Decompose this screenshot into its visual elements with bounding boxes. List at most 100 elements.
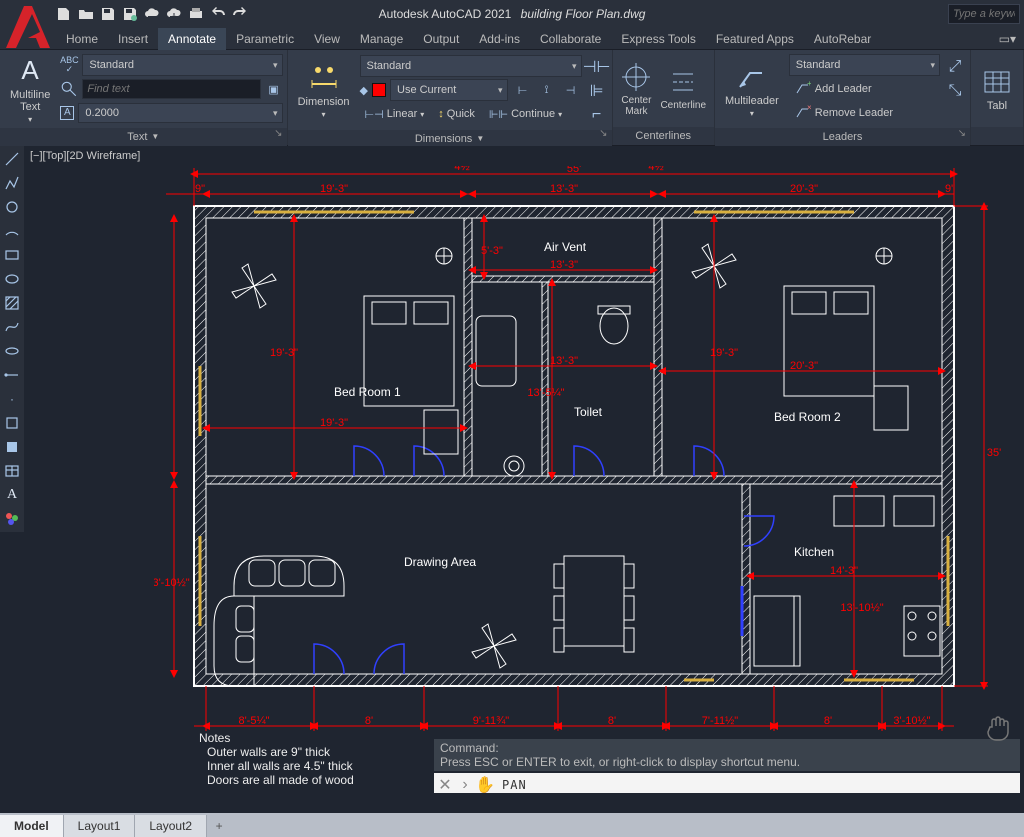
centerline-label: Centerline bbox=[660, 100, 706, 111]
app-name: Autodesk AutoCAD 2021 bbox=[379, 7, 512, 21]
table-tool-icon[interactable] bbox=[3, 462, 21, 480]
text-tool-icon[interactable]: A bbox=[3, 486, 21, 504]
tab-expresstools[interactable]: Express Tools bbox=[611, 28, 705, 50]
panel-leaders-title[interactable]: Leaders↘ bbox=[715, 128, 970, 146]
add-leader-button[interactable]: +Add Leader bbox=[789, 78, 940, 100]
dim-tool1-icon[interactable]: ⊢ bbox=[512, 79, 534, 101]
dim-layer-combo[interactable]: Use Current bbox=[390, 79, 508, 101]
table-label: Tabl bbox=[987, 100, 1007, 112]
command-line[interactable]: ✕ › ✋ PAN bbox=[434, 773, 1020, 793]
spellcheck-icon[interactable]: ABC✓ bbox=[60, 56, 78, 74]
table-button[interactable]: Tabl bbox=[975, 54, 1019, 123]
pan-cursor-icon bbox=[982, 713, 1014, 745]
spline-tool-icon[interactable] bbox=[3, 318, 21, 336]
help-search-input[interactable] bbox=[948, 4, 1020, 24]
tab-parametric[interactable]: Parametric bbox=[226, 28, 304, 50]
hatch-tool-icon[interactable] bbox=[3, 294, 21, 312]
text-style-combo[interactable]: Standard bbox=[82, 54, 282, 76]
tab-manage[interactable]: Manage bbox=[350, 28, 413, 50]
dimension-button[interactable]: Dimension ▾ bbox=[292, 54, 356, 126]
layer-color-swatch[interactable] bbox=[372, 83, 386, 97]
svg-text:20'-3": 20'-3" bbox=[790, 360, 818, 372]
ray-tool-icon[interactable] bbox=[3, 366, 21, 384]
multiline-text-button[interactable]: A Multiline Text ▾ bbox=[4, 54, 56, 124]
drawing-canvas[interactable]: [−][Top][2D Wireframe] bbox=[24, 146, 1024, 793]
tab-annotate[interactable]: Annotate bbox=[158, 28, 226, 50]
remove-leader-button[interactable]: ×Remove Leader bbox=[789, 102, 940, 124]
leader-collect-icon[interactable]: ⤡ bbox=[944, 80, 966, 102]
centerline-button[interactable]: Centerline bbox=[658, 54, 708, 123]
quick-button[interactable]: ↕Quick bbox=[433, 108, 480, 120]
svg-text:3'-10½": 3'-10½" bbox=[893, 715, 930, 727]
open-icon[interactable] bbox=[78, 6, 94, 22]
layer-icon[interactable]: ◆ bbox=[360, 84, 368, 97]
panel-text-title[interactable]: Text▼↘ bbox=[0, 128, 287, 146]
tab-collaborate[interactable]: Collaborate bbox=[530, 28, 611, 50]
dim-jog-icon[interactable]: ⌐ bbox=[586, 104, 608, 126]
panel-center-title: Centerlines bbox=[613, 127, 714, 145]
tab-view[interactable]: View bbox=[304, 28, 350, 50]
tab-model[interactable]: Model bbox=[0, 815, 64, 837]
save-icon[interactable] bbox=[100, 6, 116, 22]
help-search[interactable] bbox=[948, 4, 1020, 24]
dim-tool3-icon[interactable]: ⊣ bbox=[560, 79, 582, 101]
tab-layout1[interactable]: Layout1 bbox=[64, 815, 136, 837]
dim-break-icon[interactable]: ⊣⊢ bbox=[586, 56, 608, 78]
dim-style-combo[interactable]: Standard bbox=[360, 55, 582, 77]
cloud-open-icon[interactable] bbox=[144, 6, 160, 22]
line-tool-icon[interactable] bbox=[3, 150, 21, 168]
dim-space-icon[interactable]: ⊫ bbox=[586, 80, 608, 102]
find-icon[interactable] bbox=[60, 80, 78, 98]
tab-home[interactable]: Home bbox=[56, 28, 108, 50]
panel-dimensions: Dimension ▾ Standard ◆ Use Current ⊢ ⟟ ⊣… bbox=[288, 50, 613, 145]
app-logo[interactable] bbox=[2, 2, 54, 54]
cloud-save-icon[interactable] bbox=[166, 6, 182, 22]
continue-button[interactable]: ⊩⊩Continue▾ bbox=[484, 108, 567, 121]
region-tool-icon[interactable] bbox=[3, 438, 21, 456]
plot-icon[interactable] bbox=[188, 6, 204, 22]
redo-icon[interactable] bbox=[232, 6, 248, 22]
svg-text:Air Vent: Air Vent bbox=[544, 240, 587, 254]
tab-featuredapps[interactable]: Featured Apps bbox=[706, 28, 804, 50]
undo-icon[interactable] bbox=[210, 6, 226, 22]
find-text-input[interactable] bbox=[82, 79, 260, 99]
cmd-chevron-icon[interactable]: › bbox=[456, 776, 474, 793]
arc-tool-icon[interactable] bbox=[3, 222, 21, 240]
svg-text:35': 35' bbox=[987, 447, 1001, 459]
tab-output[interactable]: Output bbox=[413, 28, 469, 50]
tab-autorebar[interactable]: AutoRebar bbox=[804, 28, 881, 50]
block-tool-icon[interactable] bbox=[3, 414, 21, 432]
svg-text:+: + bbox=[807, 80, 811, 88]
text-height-combo[interactable]: 0.2000 bbox=[78, 103, 282, 123]
ribbon: A Multiline Text ▾ ABC✓ Standard ▣ A 0.2… bbox=[0, 50, 1024, 146]
box-icon[interactable]: ▭▾ bbox=[999, 32, 1016, 46]
point-tool-icon[interactable]: · bbox=[3, 390, 21, 408]
palette-tool-icon[interactable] bbox=[3, 510, 21, 528]
ellipse2-tool-icon[interactable] bbox=[3, 342, 21, 360]
viewport-label[interactable]: [−][Top][2D Wireframe] bbox=[30, 150, 140, 162]
svg-text:4½": 4½" bbox=[454, 166, 473, 173]
leader-align-icon[interactable]: ⤢ bbox=[944, 56, 966, 78]
linear-button[interactable]: ⊢⊣Linear▾ bbox=[360, 108, 430, 121]
cmd-close-icon[interactable]: ✕ bbox=[434, 775, 456, 793]
centermark-button[interactable]: Center Mark bbox=[618, 54, 654, 123]
tab-insert[interactable]: Insert bbox=[108, 28, 158, 50]
saveas-icon[interactable] bbox=[122, 6, 138, 22]
dim-tool2-icon[interactable]: ⟟ bbox=[536, 79, 558, 101]
notes-line1: Outer walls are 9" thick bbox=[207, 745, 354, 759]
new-icon[interactable] bbox=[56, 6, 72, 22]
find-go-icon[interactable]: ▣ bbox=[265, 80, 283, 98]
svg-text:9'-11¾": 9'-11¾" bbox=[473, 715, 509, 727]
add-layout-button[interactable]: + bbox=[207, 815, 231, 837]
svg-text:Kitchen: Kitchen bbox=[794, 545, 834, 559]
rectangle-tool-icon[interactable] bbox=[3, 246, 21, 264]
leader-style-combo[interactable]: Standard bbox=[789, 54, 940, 76]
command-history: Command: Press ESC or ENTER to exit, or … bbox=[434, 739, 1020, 771]
circle-tool-icon[interactable] bbox=[3, 198, 21, 216]
tab-addins[interactable]: Add-ins bbox=[469, 28, 530, 50]
multileader-button[interactable]: Multileader ▾ bbox=[719, 54, 785, 124]
polyline-tool-icon[interactable] bbox=[3, 174, 21, 192]
ellipse-tool-icon[interactable] bbox=[3, 270, 21, 288]
text-height-icon[interactable]: A bbox=[60, 106, 74, 120]
tab-layout2[interactable]: Layout2 bbox=[135, 815, 207, 837]
